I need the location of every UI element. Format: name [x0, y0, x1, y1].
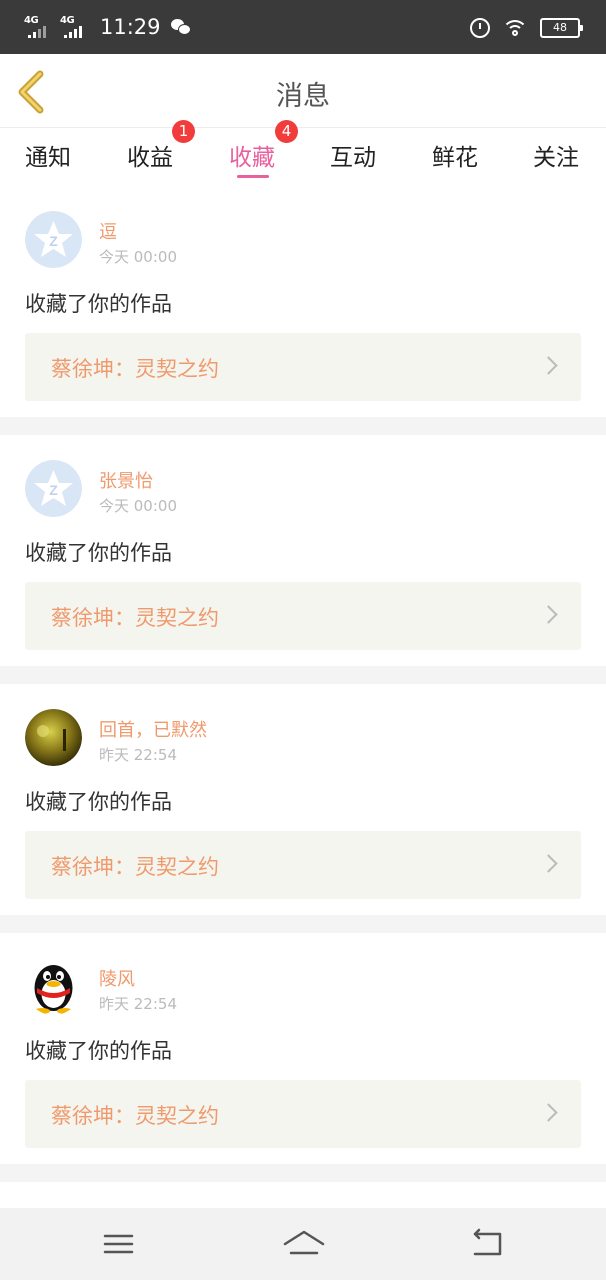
qq-default-avatar-icon: Z: [25, 211, 82, 268]
back-icon: [473, 1228, 502, 1256]
photo-avatar-icon: [25, 709, 82, 766]
status-bar: 4G 4G 11:29 48: [0, 0, 606, 54]
message-card: Z 张景怡 今天 00:00 收藏了你的作品 蔡徐坤：灵契之约: [0, 435, 606, 684]
tab-favorites[interactable]: 收藏: [229, 138, 275, 172]
battery-level: 48: [553, 21, 567, 34]
signal-icon: 4G: [60, 14, 90, 40]
page-title: 消息: [276, 81, 330, 112]
message-text: 收藏了你的作品: [25, 541, 172, 565]
clock: 11:29: [100, 15, 161, 39]
chevron-right-icon: [539, 356, 558, 375]
message-time: 今天 00:00: [99, 497, 177, 515]
chevron-right-icon: [539, 605, 558, 624]
chevron-right-icon: [539, 854, 558, 873]
menu-icon: [103, 1234, 134, 1254]
message-card: 陵风 昨天 22:54 收藏了你的作品 蔡徐坤：灵契之约: [0, 933, 606, 1182]
wifi-icon: [504, 20, 526, 36]
earnings-badge: 1: [172, 120, 195, 143]
tab-flowers[interactable]: 鲜花: [432, 138, 478, 172]
work-title: 蔡徐坤：灵契之约: [51, 606, 219, 630]
tab-bar: 通知 收益 1 收藏 4 互动 鲜花 关注: [0, 120, 606, 186]
work-link[interactable]: 蔡徐坤：灵契之约: [25, 582, 581, 650]
active-tab-indicator: [237, 175, 269, 178]
message-text: 收藏了你的作品: [25, 292, 172, 316]
tab-notifications[interactable]: 通知: [25, 138, 71, 172]
network-label: 4G: [60, 15, 75, 26]
favorites-badge: 4: [275, 120, 298, 143]
tab-interactions[interactable]: 互动: [330, 138, 376, 172]
signal-icon: 4G: [24, 14, 54, 40]
user-name[interactable]: 陵风: [99, 965, 135, 991]
home-icon: [283, 1230, 325, 1255]
message-time: 昨天 22:54: [99, 995, 177, 1013]
penguin-avatar-icon: [25, 958, 82, 1015]
user-name[interactable]: 张景怡: [99, 467, 153, 493]
message-text: 收藏了你的作品: [25, 790, 172, 814]
message-text: 收藏了你的作品: [25, 1039, 172, 1063]
work-link[interactable]: 蔡徐坤：灵契之约: [25, 831, 581, 899]
work-link[interactable]: 蔡徐坤：灵契之约: [25, 1080, 581, 1148]
tab-follows[interactable]: 关注: [533, 138, 579, 172]
work-title: 蔡徐坤：灵契之约: [51, 357, 219, 381]
tab-earnings[interactable]: 收益: [127, 138, 173, 172]
wechat-icon: [170, 19, 191, 35]
network-label: 4G: [24, 15, 39, 26]
chevron-right-icon: [539, 1103, 558, 1122]
avatar[interactable]: [25, 709, 82, 766]
work-title: 蔡徐坤：灵契之约: [51, 1104, 219, 1128]
message-time: 今天 00:00: [99, 248, 177, 266]
home-button[interactable]: [279, 1222, 329, 1266]
back-nav-button[interactable]: [463, 1222, 513, 1266]
alarm-icon: [470, 18, 490, 38]
message-list: Z 逗 今天 00:00 收藏了你的作品 蔡徐坤：灵契之约 Z 张景怡 今天 0…: [0, 186, 606, 1265]
avatar[interactable]: Z: [25, 211, 82, 268]
user-name[interactable]: 回首，已默然: [99, 716, 207, 742]
user-name[interactable]: 逗: [99, 218, 117, 244]
work-title: 蔡徐坤：灵契之约: [51, 855, 219, 879]
message-card: 回首，已默然 昨天 22:54 收藏了你的作品 蔡徐坤：灵契之约: [0, 684, 606, 933]
battery-icon: 48: [540, 18, 583, 38]
avatar[interactable]: [25, 958, 82, 1015]
menu-button[interactable]: [94, 1222, 144, 1266]
work-link[interactable]: 蔡徐坤：灵契之约: [25, 333, 581, 401]
svg-text:Z: Z: [49, 482, 58, 498]
svg-text:Z: Z: [49, 233, 58, 249]
qq-default-avatar-icon: Z: [25, 460, 82, 517]
message-time: 昨天 22:54: [99, 746, 177, 764]
app-header: 消息: [0, 54, 606, 128]
avatar[interactable]: Z: [25, 460, 82, 517]
system-nav-bar: [0, 1208, 606, 1280]
message-card: Z 逗 今天 00:00 收藏了你的作品 蔡徐坤：灵契之约: [0, 186, 606, 435]
